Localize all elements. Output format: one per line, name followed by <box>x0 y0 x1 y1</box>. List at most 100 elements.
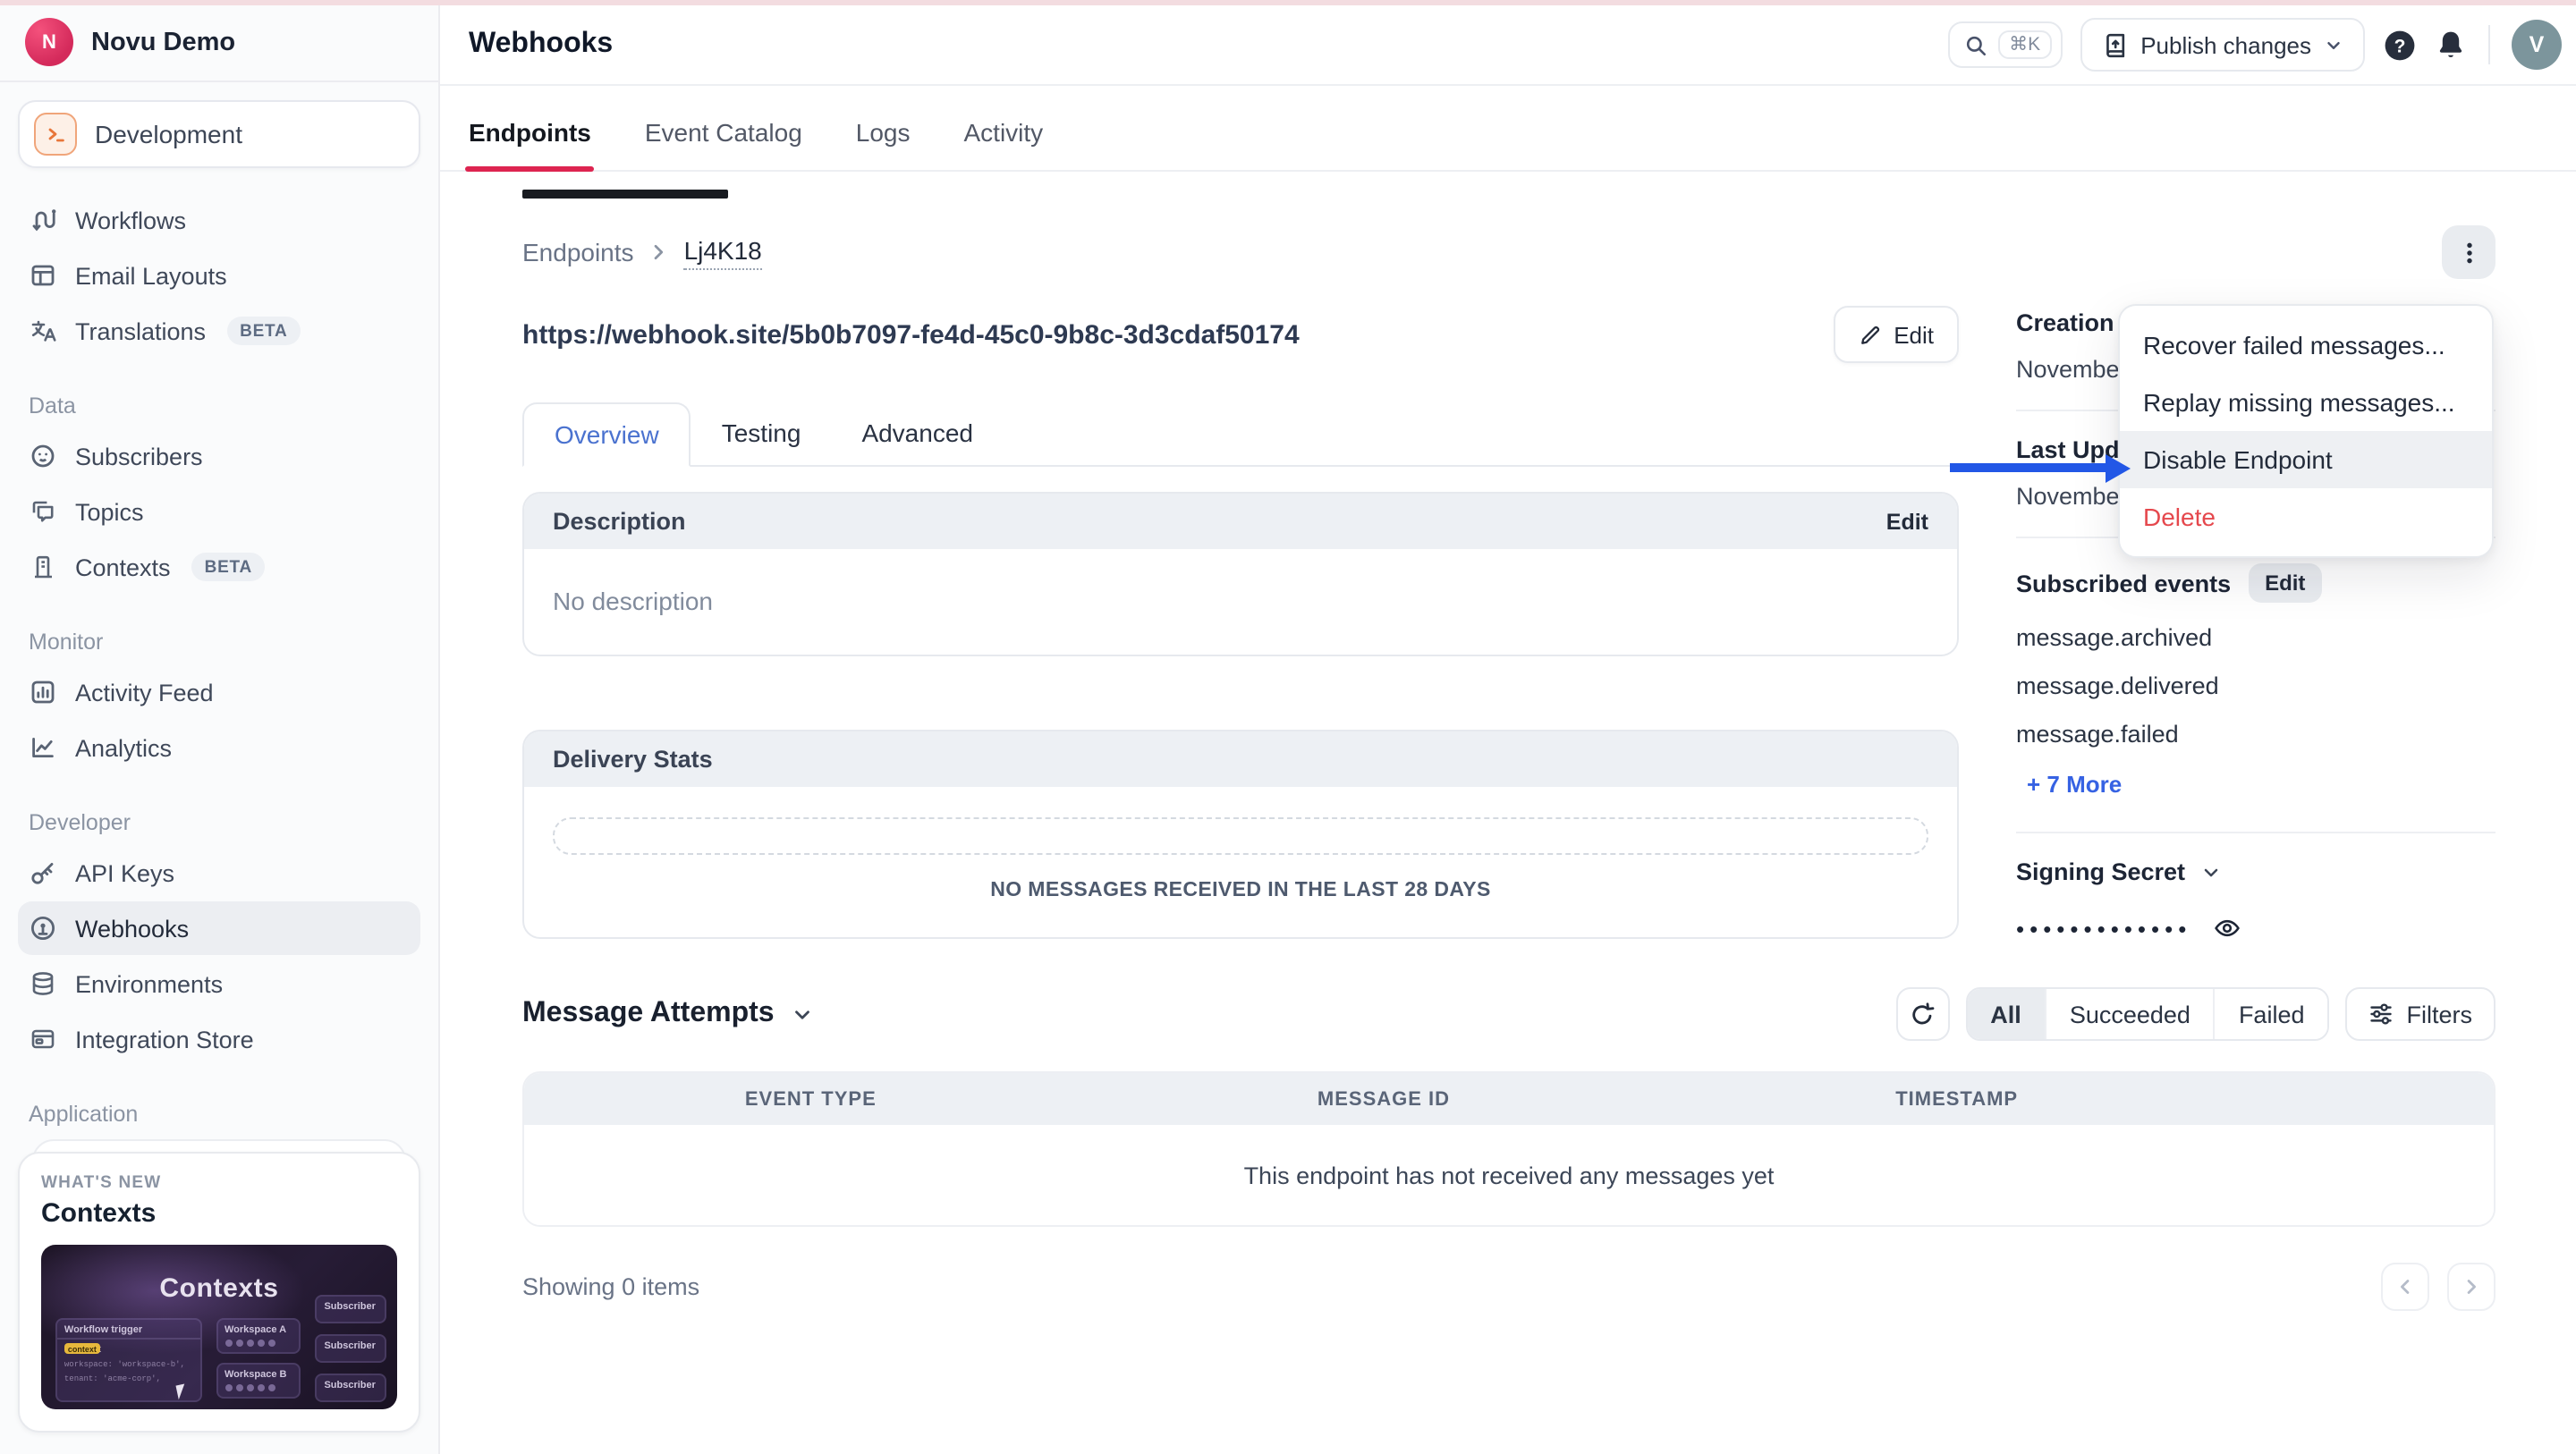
activity-feed-icon <box>29 678 57 706</box>
sidebar-item-integration-store[interactable]: Integration Store <box>18 1012 420 1066</box>
sidebar-item-subscribers[interactable]: Subscribers <box>18 429 420 483</box>
filters-icon <box>2369 1002 2394 1027</box>
filter-all[interactable]: All <box>1967 989 2045 1039</box>
org-name: Novu Demo <box>91 28 235 56</box>
sidebar-item-label: Contexts <box>75 554 171 580</box>
table-empty-state: This endpoint has not received any messa… <box>524 1125 2494 1225</box>
endpoint-main-column: https://webhook.site/5b0b7097-fe4d-45c0-… <box>522 304 1959 943</box>
filter-succeeded[interactable]: Succeeded <box>2045 989 2214 1039</box>
sidebar-item-email-layouts[interactable]: Email Layouts <box>18 249 420 302</box>
sidebar-item-label: Environments <box>75 970 223 997</box>
tabs-scroll-indicator <box>522 190 728 199</box>
description-edit-button[interactable]: Edit <box>1886 509 1928 534</box>
endpoint-url: https://webhook.site/5b0b7097-fe4d-45c0-… <box>522 319 1300 350</box>
next-page-button[interactable] <box>2447 1263 2496 1311</box>
edit-endpoint-button[interactable]: Edit <box>1833 306 1959 363</box>
sidebar-item-api-keys[interactable]: API Keys <box>18 846 420 900</box>
search-icon <box>1964 33 1987 56</box>
signing-secret-toggle[interactable]: Signing Secret <box>2016 858 2496 885</box>
sidebar-item-label: Topics <box>75 498 144 525</box>
environment-name: Development <box>95 120 242 148</box>
help-button[interactable]: ? <box>2383 28 2417 62</box>
sidebar-item-label: Email Layouts <box>75 262 227 289</box>
menu-item-delete[interactable]: Delete <box>2120 488 2492 545</box>
topbar: Webhooks ⌘K Publish changes ? <box>440 5 2576 86</box>
chevron-left-icon <box>2394 1275 2417 1298</box>
endpoint-actions-kebab-button[interactable] <box>2442 225 2496 279</box>
sidebar-item-translations[interactable]: Translations BETA <box>18 304 420 358</box>
novu-logo: N <box>25 18 73 66</box>
publish-changes-button[interactable]: Publish changes <box>2080 18 2365 72</box>
sidebar-item-label: Activity Feed <box>75 679 214 706</box>
topics-icon <box>29 497 57 526</box>
notifications-button[interactable] <box>2435 29 2467 61</box>
more-events-link[interactable]: + 7 More <box>2027 771 2122 798</box>
whats-new-panel-subscriber: Subscriber <box>315 1374 386 1403</box>
page-tabs: Endpoints Event Catalog Logs Activity <box>440 86 2576 172</box>
publish-icon <box>2101 31 2128 58</box>
search-shortcut: ⌘K <box>1998 30 2051 59</box>
subscribed-event: message.delivered <box>2016 672 2496 699</box>
contexts-icon <box>29 553 57 581</box>
whats-new-card[interactable]: WHAT'S NEW Contexts Contexts Workflow tr… <box>18 1152 420 1433</box>
menu-item-recover-failed[interactable]: Recover failed messages... <box>2120 317 2492 374</box>
sidebar-item-topics[interactable]: Topics <box>18 485 420 538</box>
message-attempts-title: Message Attempts <box>522 998 775 1030</box>
table-footer: Showing 0 items <box>522 1263 2496 1311</box>
refresh-button[interactable] <box>1895 987 1949 1041</box>
items-count: Showing 0 items <box>522 1273 699 1300</box>
sidebar-item-contexts[interactable]: Contexts BETA <box>18 540 420 594</box>
tab-logs[interactable]: Logs <box>856 118 911 170</box>
filters-button[interactable]: Filters <box>2346 987 2496 1041</box>
analytics-icon <box>29 733 57 762</box>
key-icon <box>29 858 57 887</box>
sidebar-item-workflows[interactable]: Workflows <box>18 193 420 247</box>
environment-selector[interactable]: Development <box>18 100 420 168</box>
search-button[interactable]: ⌘K <box>1948 21 2062 68</box>
subscribed-event: message.archived <box>2016 624 2496 651</box>
org-switcher[interactable]: N Novu Demo <box>0 5 438 82</box>
sidebar-item-activity-feed[interactable]: Activity Feed <box>18 665 420 719</box>
tab-endpoints[interactable]: Endpoints <box>469 118 591 170</box>
avatar[interactable]: V <box>2512 20 2562 70</box>
message-attempts-table: EVENT TYPE MESSAGE ID TIMESTAMP This end… <box>522 1071 2496 1227</box>
integration-store-icon <box>29 1025 57 1053</box>
breadcrumb: Endpoints Lj4K18 <box>522 235 762 269</box>
attempts-filter-segmented: All Succeeded Failed <box>1965 987 2329 1041</box>
refresh-icon <box>1909 1001 1936 1027</box>
topbar-divider <box>2488 25 2490 64</box>
tab-activity[interactable]: Activity <box>964 118 1044 170</box>
description-empty-text: No description <box>524 549 1957 655</box>
delivery-stats-title: Delivery Stats <box>553 746 713 773</box>
message-attempts-toggle[interactable]: Message Attempts <box>522 998 814 1030</box>
subtab-advanced[interactable]: Advanced <box>831 402 1004 465</box>
menu-item-replay-missing[interactable]: Replay missing messages... <box>2120 374 2492 431</box>
sidebar: N Novu Demo Development Workflows Email … <box>0 5 440 1454</box>
section-label-monitor: Monitor <box>29 630 438 655</box>
endpoint-subtabs: Overview Testing Advanced <box>522 402 1959 467</box>
terminal-icon <box>34 113 77 156</box>
subtab-overview[interactable]: Overview <box>522 402 691 467</box>
beta-badge: BETA <box>227 317 301 345</box>
subtab-testing[interactable]: Testing <box>691 402 832 465</box>
sidebar-item-environments[interactable]: Environments <box>18 957 420 1010</box>
filter-failed[interactable]: Failed <box>2214 989 2328 1039</box>
sidebar-item-analytics[interactable]: Analytics <box>18 721 420 774</box>
main-area: Webhooks ⌘K Publish changes ? <box>440 5 2576 1454</box>
menu-item-disable-endpoint[interactable]: Disable Endpoint <box>2120 431 2492 488</box>
database-icon <box>29 969 57 998</box>
chevron-right-icon <box>648 241 670 263</box>
signing-secret-mask: ••••••••••••• <box>2016 915 2191 942</box>
workflows-icon <box>29 206 57 234</box>
section-label-data: Data <box>29 393 438 418</box>
sidebar-item-webhooks[interactable]: Webhooks <box>18 901 420 955</box>
delivery-stats-empty-bar <box>553 817 1928 855</box>
subscribed-events-edit-button[interactable]: Edit <box>2249 563 2321 603</box>
breadcrumb-endpoint-id[interactable]: Lj4K18 <box>684 235 762 269</box>
reveal-secret-button[interactable] <box>2213 914 2241 943</box>
sidebar-item-label: Workflows <box>75 207 186 233</box>
tab-event-catalog[interactable]: Event Catalog <box>645 118 802 170</box>
previous-page-button[interactable] <box>2381 1263 2429 1311</box>
sidebar-item-label: Subscribers <box>75 443 203 469</box>
breadcrumb-endpoints-link[interactable]: Endpoints <box>522 238 634 266</box>
